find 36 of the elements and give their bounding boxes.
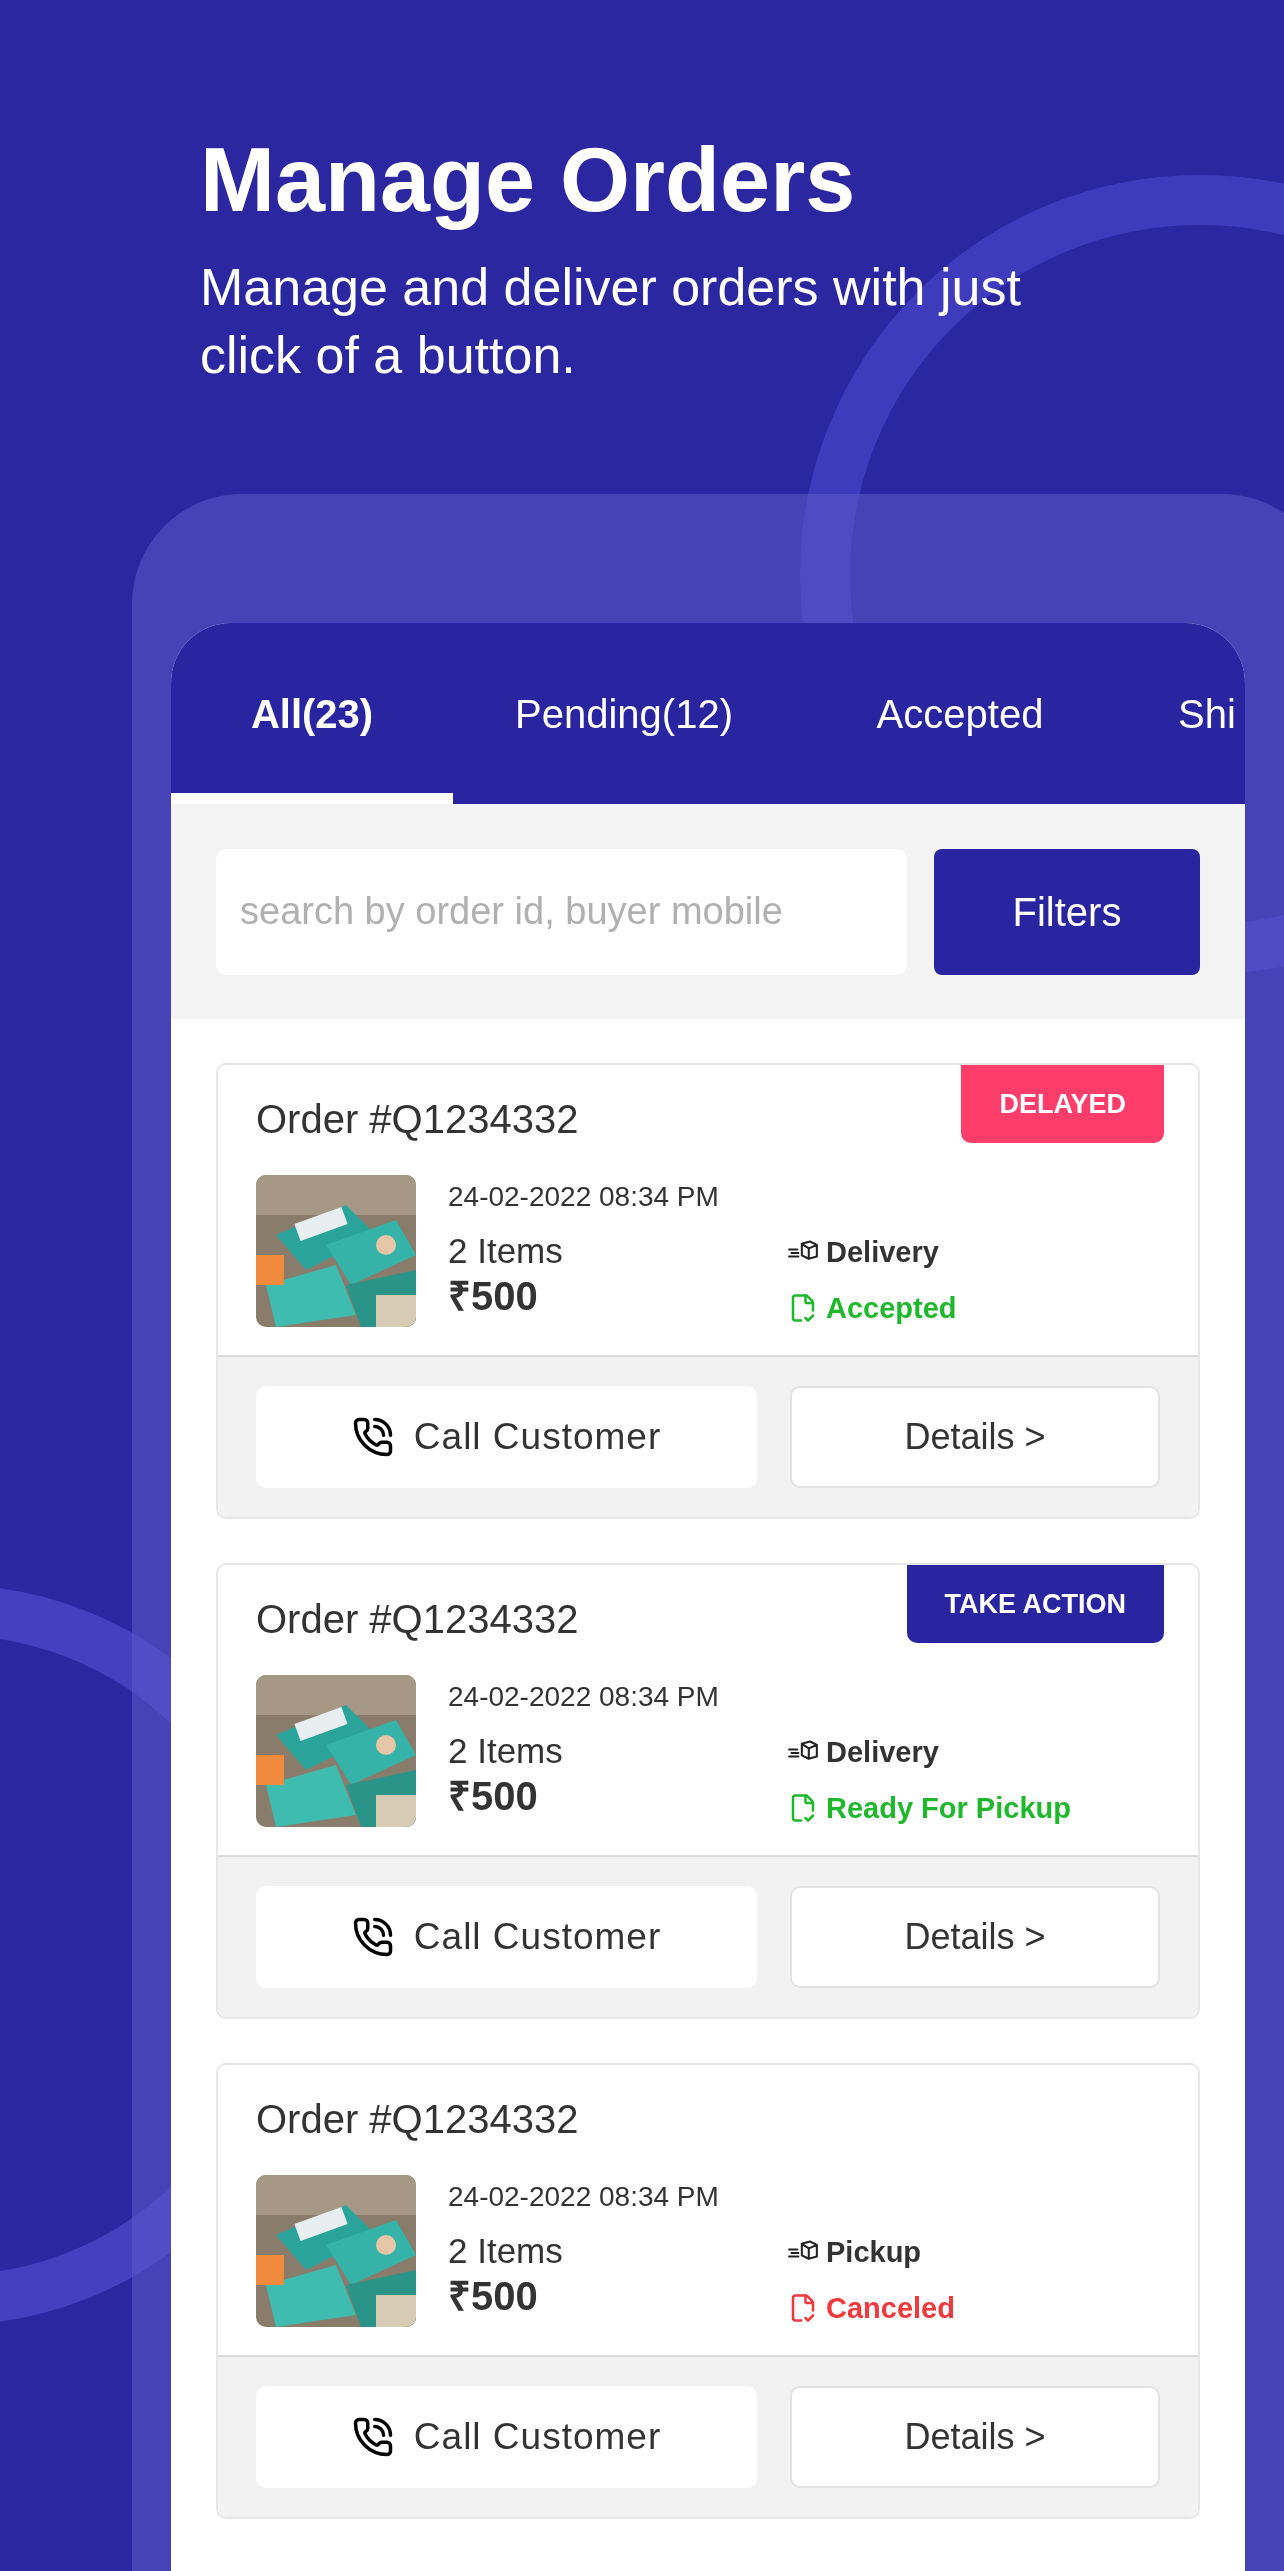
item-count: 2 Items [448,2230,564,2272]
order-status: Ready For Pickup [826,1790,1071,1826]
details-button[interactable]: Details > [790,2386,1160,2488]
page-title: Manage Orders [200,129,857,232]
page-subtitle: Manage and deliver orders with just click of a button. [200,257,1022,386]
item-count: 2 Items [448,1730,564,1772]
fulfilment-method: Pickup [826,2235,922,2270]
order-number: Order #Q1234332 [256,2096,579,2143]
item-count: 2 Items [448,1230,564,1272]
call-customer-button[interactable]: Call Customer [256,2386,758,2488]
phone-icon [351,1916,394,1958]
order-number: Order #Q1234332 [256,1096,579,1143]
order-price: ₹500 [448,1273,539,1319]
order-price: ₹500 [448,2273,539,2319]
order-number: Order #Q1234332 [256,1596,579,1643]
fulfilment-method: Delivery [826,1735,939,1770]
filters-button[interactable]: Filters [934,848,1200,975]
details-button[interactable]: Details > [790,1386,1160,1488]
phone-icon [351,2416,394,2458]
tab[interactable]: Pending(12) [453,635,795,804]
tab[interactable]: Shi [1125,635,1245,804]
call-customer-button[interactable]: Call Customer [256,1386,758,1488]
status-badge: TAKE ACTION [906,1565,1164,1643]
tab[interactable]: Accepted [795,635,1125,804]
phone-icon [351,1416,394,1458]
order-date: 24-02-2022 08:34 PM [448,1680,720,1714]
order-date: 24-02-2022 08:34 PM [448,1180,720,1214]
order-status: Accepted [826,1290,957,1326]
search-field[interactable]: search by order id, buyer mobile [216,848,907,975]
order-price: ₹500 [448,1773,539,1819]
order-date: 24-02-2022 08:34 PM [448,2180,720,2214]
status-badge: DELAYED [961,1065,1164,1143]
order-status: Canceled [826,2290,955,2326]
details-button[interactable]: Details > [790,1886,1160,1988]
fulfilment-method: Delivery [826,1235,939,1270]
call-customer-button[interactable]: Call Customer [256,1886,758,1988]
